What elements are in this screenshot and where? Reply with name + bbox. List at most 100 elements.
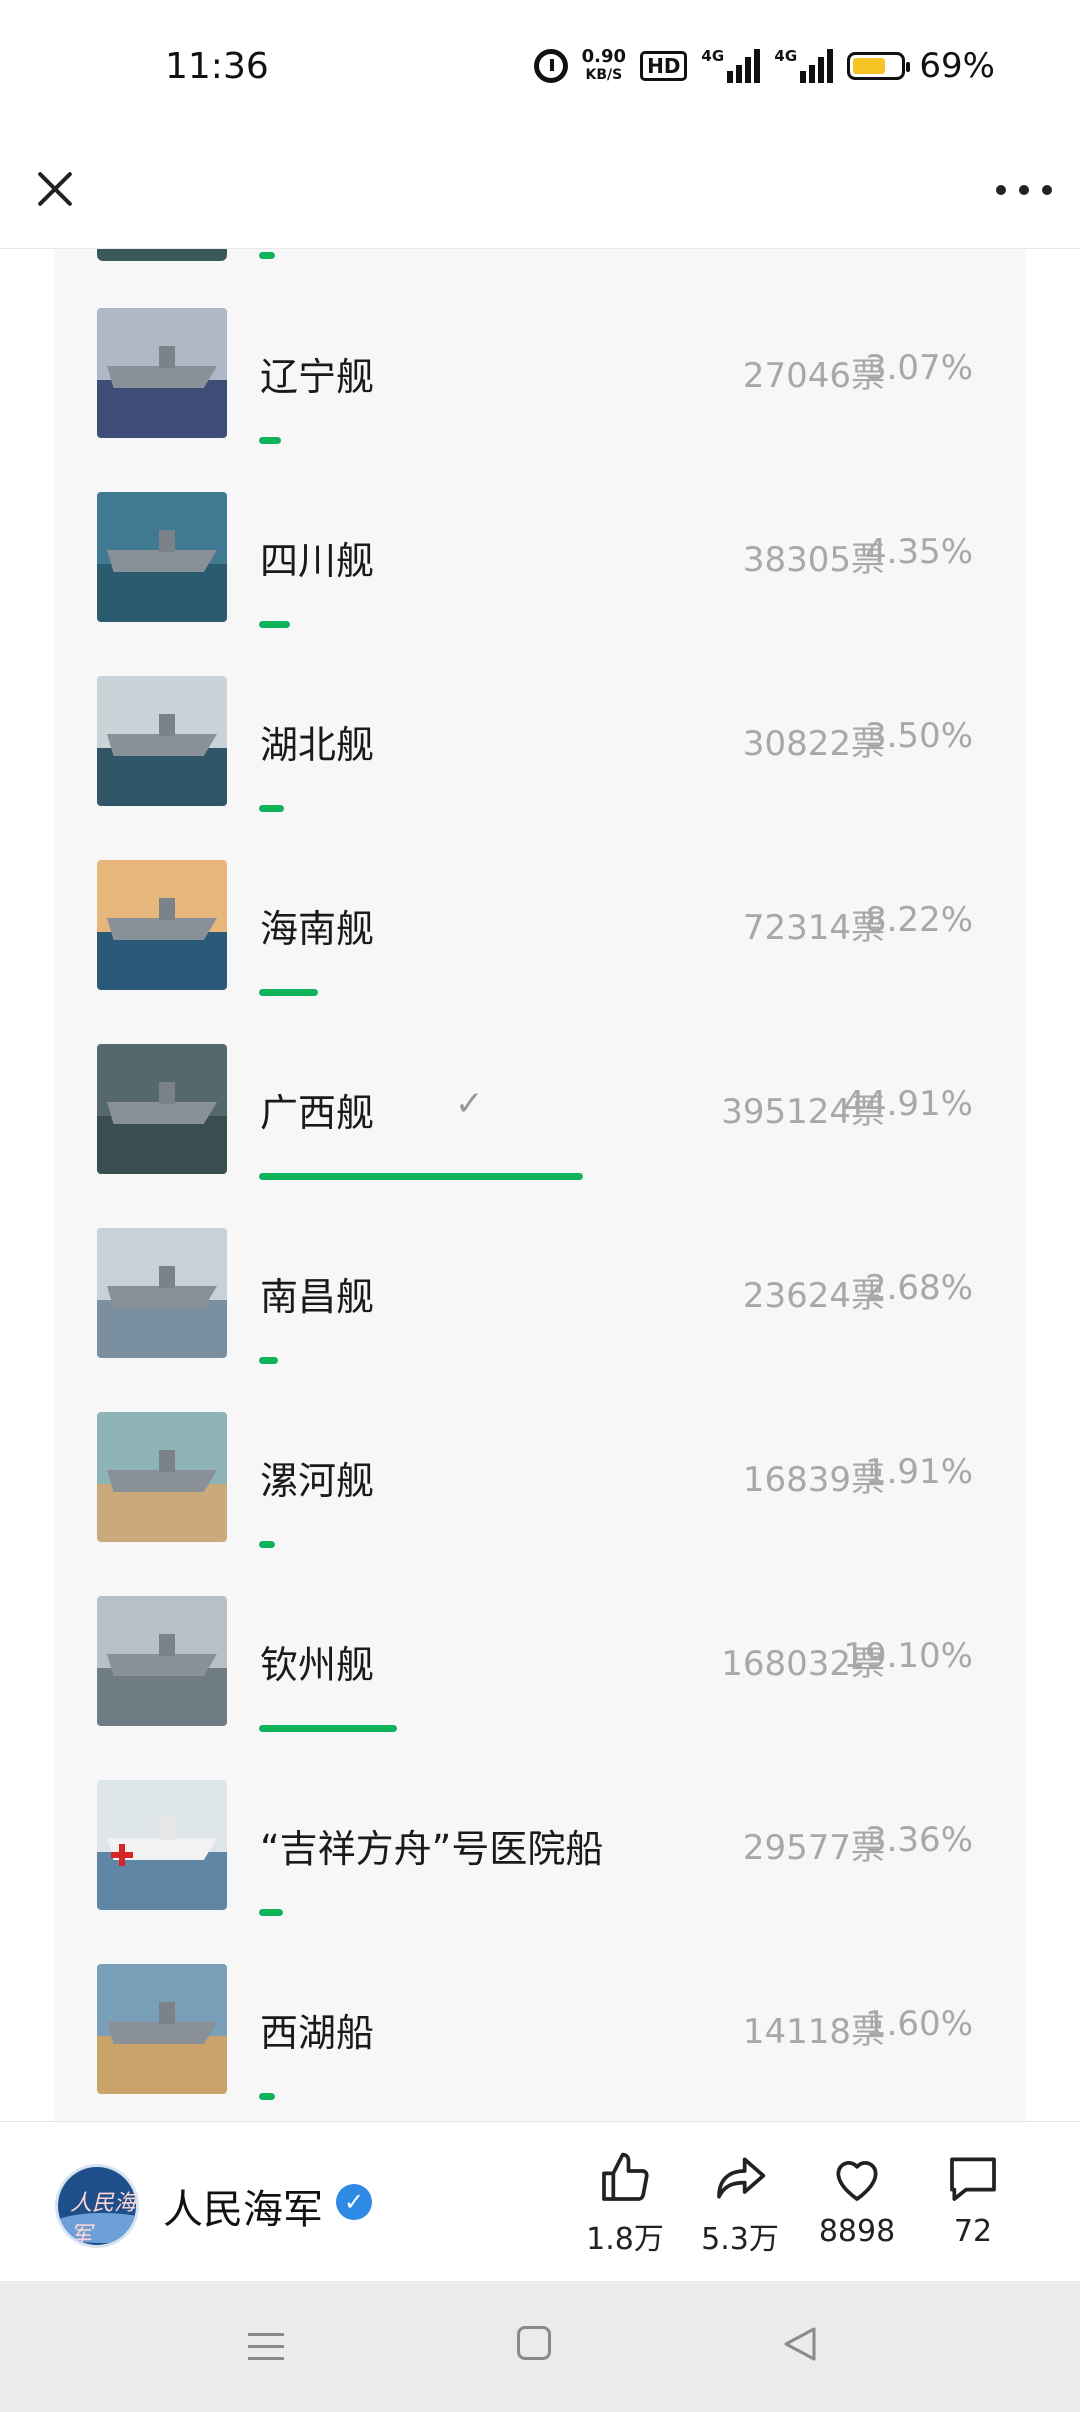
close-icon[interactable] bbox=[28, 162, 82, 216]
vote-progress-bar bbox=[259, 437, 281, 444]
vote-option-name: 海南舰 bbox=[260, 907, 375, 951]
vote-percentage: 3.07% bbox=[864, 348, 973, 388]
vote-progress-bar bbox=[259, 621, 290, 628]
more-options-icon[interactable] bbox=[996, 170, 1052, 210]
back-icon[interactable] bbox=[782, 2326, 818, 2362]
hd-voice-icon: HD bbox=[640, 51, 688, 81]
vote-percentage: 19.10% bbox=[843, 1636, 973, 1676]
vote-option[interactable]: 西湖船 14118票 1.60% bbox=[55, 1964, 1025, 2121]
status-icons: 0.90 KB/S HD 4G 4G 69% bbox=[533, 46, 995, 86]
ship-thumbnail bbox=[97, 1044, 227, 1174]
top-bar bbox=[0, 140, 1080, 249]
battery-fill bbox=[853, 58, 886, 74]
vote-option-name: 广西舰 bbox=[260, 1091, 375, 1135]
status-bar: 11:36 0.90 KB/S HD 4G 4G 69% bbox=[0, 0, 1080, 140]
vote-count: 72314票 bbox=[742, 908, 885, 948]
battery-icon bbox=[847, 52, 911, 80]
vote-options-list: 辽宁舰 27046票 3.07% 四川舰 38305票 4.35% 湖北舰 30822票 3.5… bbox=[55, 249, 1025, 2121]
signal-icon-sim1: 4G bbox=[701, 47, 761, 83]
comment-button[interactable]: 72 bbox=[928, 2148, 1018, 2249]
verified-badge-icon: ✓ bbox=[336, 2184, 372, 2220]
vote-percentage: 44.91% bbox=[843, 1084, 973, 1124]
comment-count: 72 bbox=[953, 2214, 993, 2249]
vote-percentage: 1.91% bbox=[864, 1452, 973, 1492]
like-button[interactable]: 1.8万 bbox=[580, 2148, 670, 2258]
vote-option-name: 四川舰 bbox=[260, 539, 375, 583]
vote-option-name: 辽宁舰 bbox=[260, 355, 375, 399]
vote-option-name: “吉祥方舟”号医院船 bbox=[260, 1827, 604, 1871]
vote-percentage: 3.36% bbox=[864, 1820, 973, 1860]
vote-option[interactable]: 湖北舰 30822票 3.50% bbox=[55, 676, 1025, 836]
vote-count: 38305票 bbox=[742, 540, 885, 580]
network-speed-value: 0.90 bbox=[581, 46, 627, 67]
ship-thumbnail bbox=[97, 308, 227, 438]
system-navigation-bar bbox=[0, 2281, 1080, 2412]
home-icon[interactable] bbox=[517, 2326, 551, 2360]
vote-option[interactable]: 广西舰 ✓ 395124票 44.91% bbox=[55, 1044, 1025, 1204]
recent-apps-icon[interactable] bbox=[248, 2329, 284, 2365]
vote-option-name: 钦州舰 bbox=[260, 1643, 375, 1687]
ship-thumbnail bbox=[97, 492, 227, 622]
vote-progress-bar bbox=[259, 1909, 283, 1916]
like-count: 1.8万 bbox=[586, 2222, 664, 2257]
vote-option-name: 南昌舰 bbox=[260, 1275, 375, 1319]
vote-count: 14118票 bbox=[742, 2012, 885, 2052]
network-speed: 0.90 KB/S bbox=[582, 48, 626, 84]
ship-thumbnail bbox=[97, 1964, 227, 2094]
partial-option-progress-bar bbox=[259, 252, 275, 259]
partial-option-thumbnail bbox=[97, 249, 227, 261]
vote-option[interactable]: 南昌舰 23624票 2.68% bbox=[55, 1228, 1025, 1388]
avatar-logo-text: 人民海军 bbox=[70, 2191, 137, 2248]
ship-thumbnail bbox=[97, 860, 227, 990]
share-count: 5.3万 bbox=[701, 2222, 779, 2257]
vote-progress-bar bbox=[259, 2093, 275, 2100]
comment-icon bbox=[928, 2148, 1018, 2208]
ship-thumbnail bbox=[97, 1412, 227, 1542]
status-time: 11:36 bbox=[165, 46, 269, 87]
vote-count: 30822票 bbox=[742, 724, 885, 764]
share-button[interactable]: 5.3万 bbox=[695, 2148, 785, 2258]
vote-progress-bar bbox=[259, 1725, 397, 1732]
vote-count: 23624票 bbox=[742, 1276, 885, 1316]
sim2-network-label: 4G bbox=[774, 47, 798, 65]
vote-count: 27046票 bbox=[742, 356, 885, 396]
heart-icon bbox=[812, 2148, 902, 2208]
vote-percentage: 4.35% bbox=[864, 532, 973, 572]
ship-thumbnail bbox=[97, 1228, 227, 1358]
vote-option[interactable]: “吉祥方舟”号医院船 29577票 3.36% bbox=[55, 1780, 1025, 1940]
vote-option-name: 漯河舰 bbox=[260, 1459, 375, 1503]
vote-option-name: 湖北舰 bbox=[260, 723, 375, 767]
thumbs-up-icon bbox=[580, 2148, 670, 2208]
favorite-count: 8898 bbox=[818, 2214, 896, 2249]
ship-thumbnail bbox=[97, 676, 227, 806]
vote-percentage: 1.60% bbox=[864, 2004, 973, 2044]
bottom-action-bar: 人民海军 人民海军 ✓ 1.8万 5.3万 8898 72 bbox=[0, 2121, 1080, 2282]
alarm-icon bbox=[533, 49, 568, 83]
vote-progress-bar bbox=[259, 1541, 275, 1548]
battery-percent: 69% bbox=[919, 46, 995, 86]
sim1-network-label: 4G bbox=[701, 47, 725, 65]
network-speed-unit: KB/S bbox=[585, 67, 623, 83]
favorite-button[interactable]: 8898 bbox=[812, 2148, 902, 2249]
ship-thumbnail bbox=[97, 1780, 227, 1910]
vote-progress-bar bbox=[259, 1173, 583, 1180]
account-avatar[interactable]: 人民海军 bbox=[55, 2164, 139, 2248]
vote-count: 29577票 bbox=[742, 1828, 885, 1868]
vote-option[interactable]: 漯河舰 16839票 1.91% bbox=[55, 1412, 1025, 1572]
vote-percentage: 2.68% bbox=[864, 1268, 973, 1308]
vote-option[interactable]: 辽宁舰 27046票 3.07% bbox=[55, 308, 1025, 468]
vote-percentage: 8.22% bbox=[864, 900, 973, 940]
ship-thumbnail bbox=[97, 1596, 227, 1726]
account-name[interactable]: 人民海军 bbox=[163, 2177, 323, 2235]
share-arrow-icon bbox=[695, 2148, 785, 2208]
vote-progress-bar bbox=[259, 989, 318, 996]
vote-option[interactable]: 钦州舰 168032票 19.10% bbox=[55, 1596, 1025, 1756]
vote-count: 16839票 bbox=[742, 1460, 885, 1500]
vote-progress-bar bbox=[259, 1357, 278, 1364]
vote-option-name: 西湖船 bbox=[260, 2011, 375, 2055]
vote-option[interactable]: 四川舰 38305票 4.35% bbox=[55, 492, 1025, 652]
vote-option[interactable]: 海南舰 72314票 8.22% bbox=[55, 860, 1025, 1020]
vote-progress-bar bbox=[259, 805, 284, 812]
vote-percentage: 3.50% bbox=[864, 716, 973, 756]
signal-icon-sim2: 4G bbox=[774, 47, 834, 83]
